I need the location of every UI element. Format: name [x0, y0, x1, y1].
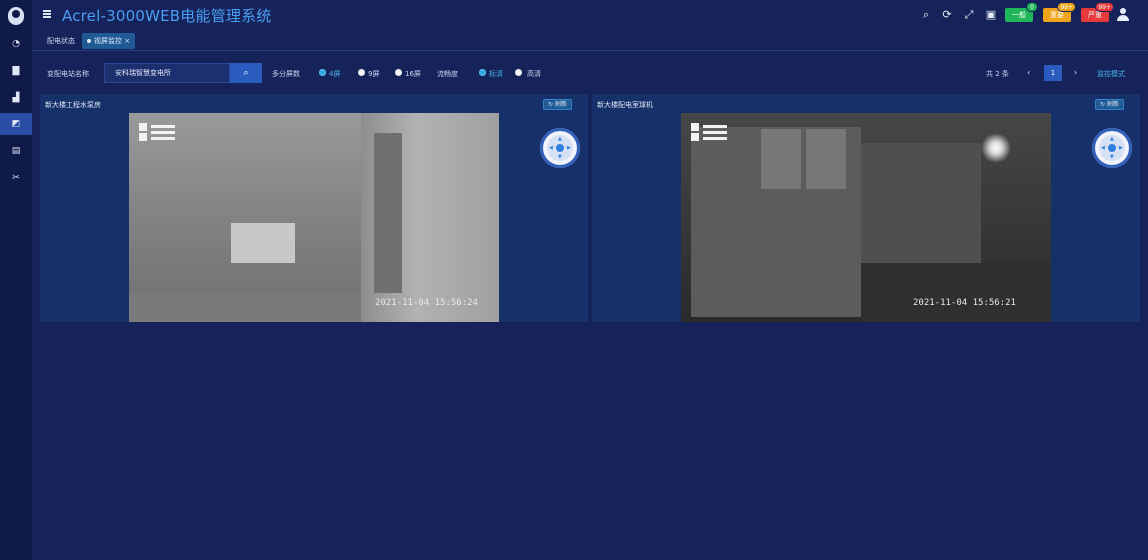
split-option-9[interactable]: 9屏: [368, 69, 379, 79]
cabinet-panel: [374, 133, 402, 293]
equipment-box: [231, 223, 295, 263]
tab-distribution-status[interactable]: 配电状态: [42, 33, 80, 49]
active-dot-icon: [87, 39, 91, 43]
ptz-left-icon[interactable]: ◀: [1101, 146, 1105, 151]
alert-important-button[interactable]: 重要 99+: [1043, 2, 1076, 22]
chart-icon[interactable]: ▟: [0, 87, 32, 109]
cabinet-door: [761, 129, 801, 189]
stream-option-sd[interactable]: 标清: [489, 69, 503, 79]
avatar[interactable]: [8, 7, 24, 25]
refresh-icon[interactable]: ⟳: [940, 8, 954, 22]
tab-bar: 配电状态 视屏监控 ×: [32, 31, 1148, 51]
ptz-right-icon[interactable]: ▶: [1119, 146, 1123, 151]
panel-title: 新大楼配电室球机: [597, 101, 653, 109]
radio-split-4[interactable]: [319, 69, 326, 76]
camera-icon[interactable]: ◩: [0, 113, 32, 135]
fullscreen-icon[interactable]: ⤢: [962, 8, 976, 22]
ptz-down-icon[interactable]: ▼: [558, 155, 562, 160]
pager-prev-icon[interactable]: ‹: [1027, 68, 1030, 77]
document-icon[interactable]: ▤: [0, 140, 32, 162]
alert-severe-button[interactable]: 严重 99+: [1081, 2, 1114, 22]
split-label: 多分屏数: [272, 70, 300, 78]
panel-title: 新大楼工程水泵房: [45, 101, 101, 109]
video-panel-1: 新大楼工程水泵房 ↻ 刷新 2021-11-04 15:56:24 ▲ ▼ ◀ …: [40, 94, 588, 322]
ptz-left-icon[interactable]: ◀: [549, 146, 553, 151]
ptz-center-button[interactable]: [556, 144, 564, 152]
image-icon[interactable]: ▣: [984, 8, 998, 22]
radio-split-16[interactable]: [395, 69, 402, 76]
search-icon[interactable]: ⌕: [919, 8, 933, 22]
cabinet-door: [806, 129, 846, 189]
alert-severe-count: 99+: [1095, 2, 1114, 12]
sidebar: ◔ ▇ ▟ ◩ ▤ ✂: [0, 0, 32, 560]
floor: [861, 263, 1051, 322]
header: Acrel-3000WEB电能管理系统 ⌕ ⟳ ⤢ ▣ 一般 0 重要 99+ …: [32, 0, 1148, 30]
radio-stream-sd[interactable]: [479, 69, 486, 76]
light-glare: [981, 133, 1011, 163]
ptz-down-icon[interactable]: ▼: [1110, 155, 1114, 160]
radio-stream-hd[interactable]: [515, 69, 522, 76]
user-icon[interactable]: [1117, 8, 1129, 22]
pager-total: 共 2 条: [986, 70, 1009, 78]
tab-video-monitor[interactable]: 视屏监控 ×: [82, 33, 136, 49]
video-timestamp: 2021-11-04 15:56:24: [375, 298, 478, 308]
search-icon: ⌕: [243, 68, 249, 78]
video-panel-2: 新大楼配电室球机 ↻ 刷新 2021-11-04 15:56:21 ▲ ▼ ◀ …: [592, 94, 1140, 322]
ptz-center-button[interactable]: [1108, 144, 1116, 152]
ptz-control[interactable]: ▲ ▼ ◀ ▶: [540, 128, 580, 168]
pager-next-icon[interactable]: ›: [1074, 68, 1077, 77]
tools-icon[interactable]: ✂: [0, 167, 32, 189]
stream-label: 流畅度: [437, 70, 458, 78]
split-option-16[interactable]: 16屏: [405, 69, 421, 79]
tab-close-icon[interactable]: ×: [124, 37, 130, 45]
camera-feed-2[interactable]: 2021-11-04 15:56:21: [681, 113, 1051, 322]
ptz-control[interactable]: ▲ ▼ ◀ ▶: [1092, 128, 1132, 168]
split-option-4[interactable]: 4屏: [329, 69, 340, 79]
refresh-button[interactable]: ↻ 刷新: [1095, 99, 1124, 110]
radio-split-9[interactable]: [358, 69, 365, 76]
osd-logo: [691, 123, 729, 141]
cabinet-row-far: [861, 143, 981, 263]
ptz-up-icon[interactable]: ▲: [558, 137, 562, 142]
floor: [129, 293, 361, 322]
alert-normal-count: 0: [1026, 2, 1038, 12]
ptz-right-icon[interactable]: ▶: [567, 146, 571, 151]
alert-normal-button[interactable]: 一般 0: [1005, 2, 1038, 22]
filter-bar: 变配电站名称 安科瑞智慧变电所 ⌕ 多分屏数 4屏 9屏 16屏 流畅度 标清 …: [32, 60, 1148, 86]
alert-important-count: 99+: [1057, 2, 1076, 12]
camera-feed-1[interactable]: 2021-11-04 15:56:24: [129, 113, 499, 322]
ptz-up-icon[interactable]: ▲: [1110, 137, 1114, 142]
osd-logo: [139, 123, 177, 141]
station-input[interactable]: 安科瑞智慧变电所: [104, 63, 230, 83]
app-title: Acrel-3000WEB电能管理系统: [62, 7, 272, 25]
station-label: 变配电站名称: [47, 70, 89, 78]
menu-icon[interactable]: [43, 10, 51, 18]
stream-option-hd[interactable]: 高清: [527, 69, 541, 79]
refresh-button[interactable]: ↻ 刷新: [543, 99, 572, 110]
dashboard-icon[interactable]: ◔: [0, 33, 32, 55]
folder-icon[interactable]: ▇: [0, 60, 32, 82]
search-button[interactable]: ⌕: [230, 63, 262, 83]
video-timestamp: 2021-11-04 15:56:21: [913, 298, 1016, 308]
pager-current[interactable]: 1: [1044, 65, 1062, 81]
monitor-mode-link[interactable]: 监控模式: [1097, 69, 1125, 79]
